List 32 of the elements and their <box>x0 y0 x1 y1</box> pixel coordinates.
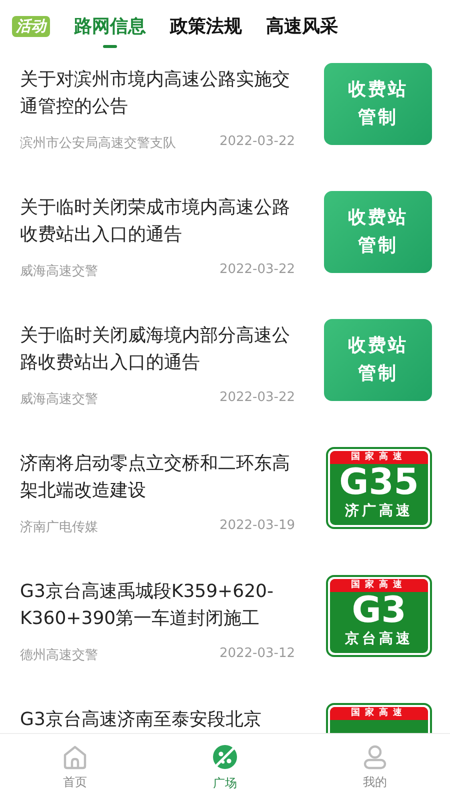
tab[interactable]: 政策法规 <box>170 8 242 48</box>
article-title[interactable]: 关于临时关闭威海境内部分高速公路收费站出入口的通告 <box>20 322 295 376</box>
article-source: 德州高速交警 <box>20 647 98 664</box>
nav-tab[interactable]: 广场 <box>150 734 300 800</box>
nav-tab[interactable]: 我的 <box>300 734 450 800</box>
article-title[interactable]: 济南将启动零点立交桥和二环东高架北端改造建设 <box>20 450 295 504</box>
article-source: 威海高速交警 <box>20 391 98 408</box>
article-title[interactable]: G3京台高速济南至泰安段北京 <box>20 706 295 733</box>
highway-sign-thumbnail: 国家高速 G3 京台高速 <box>326 575 432 657</box>
article-source: 济南广电传媒 <box>20 519 98 536</box>
article-date: 2022-03-19 <box>219 518 295 535</box>
article-date: 2022-03-12 <box>219 646 295 663</box>
tab[interactable]: 路网信息 <box>74 8 146 48</box>
article-source: 威海高速交警 <box>20 263 98 280</box>
article-date: 2022-03-22 <box>219 390 295 407</box>
article-date: 2022-03-22 <box>219 134 295 151</box>
article-title[interactable]: 关于对滨州市境内高速公路实施交通管控的公告 <box>20 66 295 120</box>
highway-sign-thumbnail: 国家高速 <box>326 703 432 733</box>
article-title[interactable]: G3京台高速禹城段K359+620-K360+390第一车道封闭施工 <box>20 578 295 632</box>
toll-station-thumbnail: 收费站 管制 <box>324 63 432 145</box>
planet-icon <box>211 742 239 770</box>
home-icon <box>62 744 88 770</box>
article-title[interactable]: 关于临时关闭荣成市境内高速公路收费站出入口的通告 <box>20 194 295 248</box>
article-source: 滨州市公安局高速交警支队 <box>20 135 176 152</box>
highway-sign-thumbnail: 国家高速 G35 济广高速 <box>326 447 432 529</box>
person-icon <box>362 744 388 770</box>
logo: 活动 <box>12 16 50 36</box>
toll-station-thumbnail: 收费站 管制 <box>324 319 432 401</box>
article-date: 2022-03-22 <box>219 262 295 279</box>
toll-station-thumbnail: 收费站 管制 <box>324 191 432 273</box>
nav-tab[interactable]: 首页 <box>0 734 150 800</box>
tab[interactable]: 高速风采 <box>266 8 338 48</box>
